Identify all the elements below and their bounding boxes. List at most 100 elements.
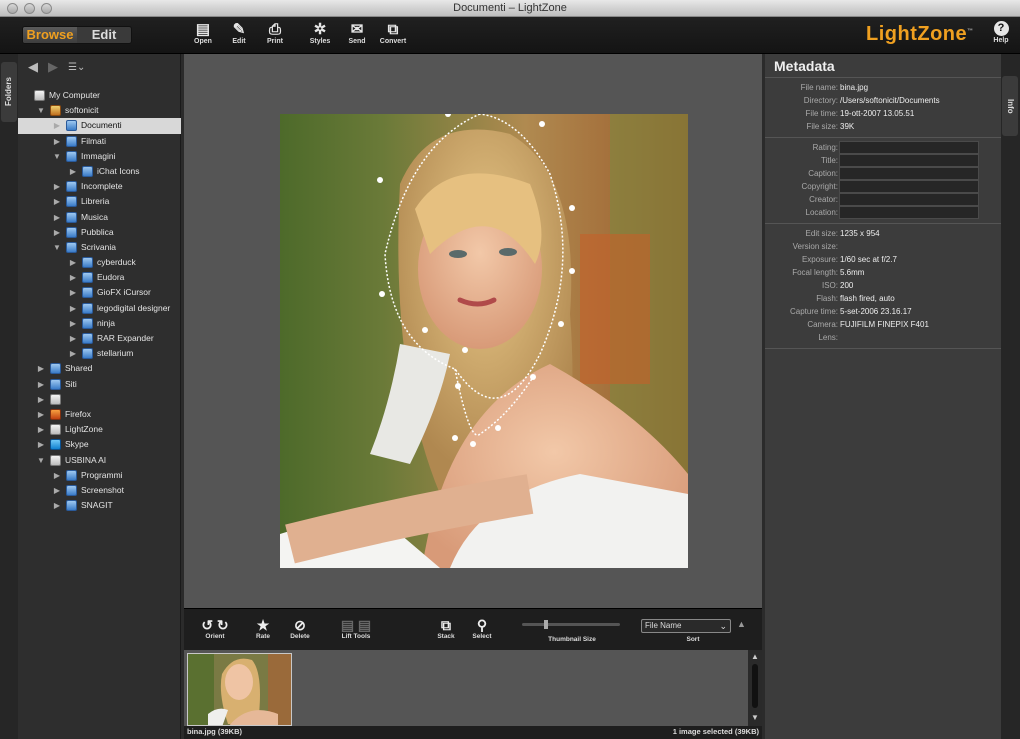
app1-icon — [50, 408, 61, 420]
disclosure-closed-icon[interactable]: ▶ — [68, 346, 78, 361]
disclosure-closed-icon[interactable]: ▶ — [68, 331, 78, 346]
sort-select[interactable]: File Name ⌄ — [641, 619, 731, 633]
folder-item[interactable]: ▶ legodigital designer — [18, 301, 181, 316]
folder-item[interactable]: ▶ Firefox — [18, 407, 181, 422]
folder-item[interactable]: ▼ Immagini — [18, 149, 181, 164]
browse-mode-button[interactable]: Browse — [23, 27, 77, 43]
disclosure-closed-icon[interactable]: ▶ — [68, 316, 78, 331]
status-bar: bina.jpg (39KB) 1 image selected (39KB) — [184, 726, 762, 739]
select-tool[interactable]: ⚲ Select — [467, 617, 497, 640]
scroll-down-icon[interactable]: ▼ — [751, 713, 759, 722]
folder-item[interactable]: ▶ — [18, 392, 181, 407]
metadata-row: Exposure: 1/60 sec at f/2.7 — [765, 253, 1001, 266]
disclosure-closed-icon[interactable]: ▶ — [52, 194, 62, 209]
folder-item[interactable]: ▶ Incomplete — [18, 179, 181, 194]
folder-label: Incomplete — [81, 181, 123, 192]
folder-item[interactable]: ▶ cyberduck — [18, 255, 181, 270]
disclosure-closed-icon[interactable]: ▶ — [52, 210, 62, 225]
orient-tool[interactable]: ↺ ↻ Orient — [196, 617, 234, 640]
thumbnail-scrollbar[interactable]: ▲ ▼ — [748, 650, 762, 726]
stack-tool[interactable]: ⧉ Stack — [431, 617, 461, 640]
folder-item[interactable]: ▶ Screenshot — [18, 483, 181, 498]
disclosure-closed-icon[interactable]: ▶ — [52, 225, 62, 240]
folder-item[interactable]: ▶ RAR Expander — [18, 331, 181, 346]
folder-label: Scrivania — [81, 241, 116, 252]
folder-item[interactable]: ▶ Programmi — [18, 468, 181, 483]
folder-item[interactable]: ▶ Documenti — [18, 118, 181, 134]
folder-item[interactable]: ▶ Libreria — [18, 194, 181, 209]
lift-tools[interactable]: ▤ ▤ Lift Tools — [334, 617, 378, 640]
print-button[interactable]: ⎙ Print — [258, 21, 292, 45]
disclosure-closed-icon[interactable]: ▶ — [36, 437, 46, 452]
edit-mode-button[interactable]: Edit — [77, 27, 131, 43]
folder-item[interactable]: ▶ Pubblica — [18, 225, 181, 240]
folder-item[interactable]: ▶ GioFX iCursor — [18, 285, 181, 300]
disclosure-closed-icon[interactable]: ▶ — [36, 407, 46, 422]
thumbnail-bina[interactable] — [187, 653, 292, 726]
disclosure-closed-icon[interactable]: ▶ — [36, 422, 46, 437]
folder-item[interactable]: ▶ Skype — [18, 437, 181, 452]
main-photo[interactable] — [280, 114, 688, 568]
convert-button[interactable]: ⧉ Convert — [376, 21, 410, 45]
folder-item[interactable]: ▶ Shared — [18, 361, 181, 376]
folder-item[interactable]: ▼ Scrivania — [18, 240, 181, 255]
disclosure-closed-icon[interactable]: ▶ — [68, 285, 78, 300]
disclosure-closed-icon[interactable]: ▶ — [52, 134, 62, 149]
folder-item[interactable]: ▶ Siti — [18, 377, 181, 392]
disclosure-closed-icon[interactable]: ▶ — [52, 179, 62, 194]
disclosure-closed-icon[interactable]: ▶ — [68, 301, 78, 316]
delete-tool[interactable]: ⊘ Delete — [285, 617, 315, 640]
disclosure-closed-icon[interactable]: ▶ — [36, 361, 46, 376]
info-tab[interactable]: Info — [1002, 76, 1018, 136]
open-button[interactable]: ▤ Open — [186, 21, 220, 45]
scroll-up-icon[interactable]: ▲ — [751, 652, 759, 661]
disclosure-closed-icon[interactable]: ▶ — [36, 392, 46, 407]
metadata-field[interactable] — [839, 141, 979, 154]
disclosure-closed-icon[interactable]: ▶ — [68, 270, 78, 285]
folder-item[interactable]: ▶ stellarium — [18, 346, 181, 361]
scroll-thumb[interactable] — [752, 664, 758, 708]
folder-icon — [50, 378, 61, 390]
folder-item[interactable]: ▶ SNAGIT — [18, 498, 181, 513]
disclosure-closed-icon[interactable]: ▶ — [52, 118, 62, 133]
metadata-field[interactable] — [839, 154, 979, 167]
back-arrow-icon[interactable]: ◀ — [28, 59, 38, 75]
sort-direction-icon[interactable]: ▲ — [737, 619, 746, 629]
slider-knob[interactable] — [544, 620, 548, 629]
metadata-field[interactable] — [839, 167, 979, 180]
disclosure-open-icon[interactable]: ▼ — [36, 103, 46, 118]
disclosure-closed-icon[interactable]: ▶ — [68, 164, 78, 179]
thumbnail-size-slider[interactable] — [522, 620, 620, 629]
forward-arrow-icon[interactable]: ▶ — [48, 59, 58, 75]
folder-item[interactable]: ▶ iChat Icons — [18, 164, 181, 179]
folder-item[interactable]: ▶ Filmati — [18, 134, 181, 149]
metadata-field[interactable] — [839, 206, 979, 219]
disclosure-open-icon[interactable]: ▼ — [52, 149, 62, 164]
metadata-field[interactable] — [839, 193, 979, 206]
folder-item[interactable]: ▶ LightZone — [18, 422, 181, 437]
styles-button[interactable]: ✲ Styles — [303, 21, 337, 45]
disclosure-closed-icon[interactable]: ▶ — [36, 377, 46, 392]
disclosure-open-icon[interactable]: ▼ — [52, 240, 62, 255]
disclosure-closed-icon[interactable]: ▶ — [52, 468, 62, 483]
disclosure-open-icon[interactable]: ▼ — [36, 453, 46, 468]
folder-item[interactable]: ▶ Eudora — [18, 270, 181, 285]
disclosure-closed-icon[interactable]: ▶ — [68, 255, 78, 270]
disclosure-closed-icon[interactable]: ▶ — [52, 498, 62, 513]
folder-label: GioFX iCursor — [97, 287, 151, 298]
folder-item[interactable]: ▼ USBINA AI — [18, 453, 181, 468]
folder-item[interactable]: My Computer — [18, 88, 181, 103]
help-button[interactable]: ? Help — [989, 21, 1013, 44]
folders-tab[interactable]: Folders — [1, 62, 17, 122]
folder-item[interactable]: ▶ Musica — [18, 210, 181, 225]
image-viewer — [184, 54, 762, 608]
disclosure-closed-icon[interactable]: ▶ — [52, 483, 62, 498]
folder-item[interactable]: ▶ ninja — [18, 316, 181, 331]
edit-button[interactable]: ✎ Edit — [222, 21, 256, 45]
send-button[interactable]: ✉ Send — [340, 21, 374, 45]
folder-label: Libreria — [81, 196, 110, 207]
rate-tool[interactable]: ★ Rate — [250, 617, 276, 640]
view-options-icon[interactable]: ☰⌄ — [68, 62, 85, 73]
metadata-field[interactable] — [839, 180, 979, 193]
folder-item[interactable]: ▼ softonicit — [18, 103, 181, 118]
